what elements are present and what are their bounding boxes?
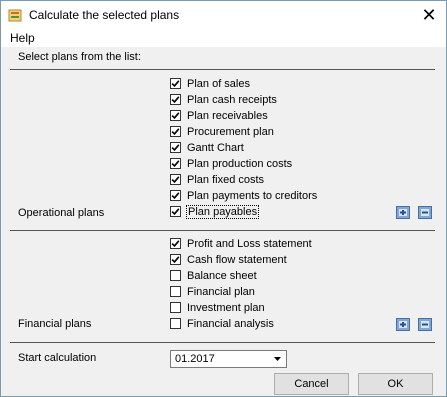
ok-button-label: OK <box>387 378 404 390</box>
checkbox[interactable] <box>170 238 181 249</box>
checkmark-icon <box>171 176 180 184</box>
checkmark-icon <box>171 144 180 152</box>
plan-checkbox-row[interactable]: Plan production costs <box>170 156 292 171</box>
plan-checkbox-label: Plan fixed costs <box>187 173 265 186</box>
start-calculation-value: 01.2017 <box>175 353 215 365</box>
plan-checkbox-row[interactable]: Financial analysis <box>170 316 274 331</box>
checkbox[interactable] <box>170 318 181 329</box>
checkbox[interactable] <box>170 126 181 137</box>
intro-label: Select plans from the list: <box>18 51 141 63</box>
financial-collapse-button[interactable] <box>418 318 432 331</box>
checkbox[interactable] <box>170 254 181 265</box>
dialog-content: Select plans from the list: Plan of sale… <box>1 47 446 396</box>
checkmark-icon <box>171 80 180 88</box>
plan-checkbox-label: Procurement plan <box>187 125 274 138</box>
start-calculation-select[interactable]: 01.2017 <box>170 350 287 368</box>
menu-bar: Help <box>1 30 446 47</box>
operational-collapse-button[interactable] <box>418 206 432 219</box>
plan-checkbox-label: Plan of sales <box>187 77 250 90</box>
financial-plans-label: Financial plans <box>18 318 92 330</box>
plan-checkbox-label: Plan payments to creditors <box>187 189 318 202</box>
dialog-window: Calculate the selected plans ✕ Help Sele… <box>0 0 447 397</box>
plan-checkbox-row[interactable]: Cash flow statement <box>170 252 287 267</box>
plan-checkbox-label: Balance sheet <box>187 269 257 282</box>
close-icon: ✕ <box>421 5 437 25</box>
checkbox[interactable] <box>170 174 181 185</box>
plan-checkbox-label: Plan production costs <box>187 157 293 170</box>
checkbox[interactable] <box>170 286 181 297</box>
plan-checkbox-label: Investment plan <box>187 301 265 314</box>
plan-checkbox-row[interactable]: Procurement plan <box>170 124 274 139</box>
window-title: Calculate the selected plans <box>29 8 180 22</box>
ok-button[interactable]: OK <box>358 373 433 395</box>
checkbox[interactable] <box>170 142 181 153</box>
plan-checkbox-row[interactable]: Plan receivables <box>170 108 268 123</box>
minus-icon <box>421 321 429 328</box>
cancel-button[interactable]: Cancel <box>274 373 349 395</box>
checkbox[interactable] <box>170 78 181 89</box>
plan-checkbox-row[interactable]: Gantt Chart <box>170 140 244 155</box>
chevron-down-icon <box>274 357 281 361</box>
operational-expand-button[interactable] <box>396 206 410 219</box>
title-bar: Calculate the selected plans ✕ <box>1 1 446 30</box>
plan-checkbox-label: Financial plan <box>187 285 255 298</box>
divider-top <box>10 69 435 70</box>
checkbox[interactable] <box>170 206 181 217</box>
plan-checkbox-label: Cash flow statement <box>187 253 287 266</box>
checkmark-icon <box>171 208 180 216</box>
checkbox[interactable] <box>170 94 181 105</box>
plan-checkbox-label: Financial analysis <box>187 317 274 330</box>
start-calculation-label: Start calculation <box>18 352 97 364</box>
plan-checkbox-label: Plan receivables <box>187 109 268 122</box>
checkbox[interactable] <box>170 190 181 201</box>
plan-checkbox-row[interactable]: Profit and Loss statement <box>170 236 312 251</box>
plan-checkbox-row[interactable]: Plan payables <box>170 204 260 219</box>
app-icon <box>8 9 22 22</box>
plan-checkbox-row[interactable]: Balance sheet <box>170 268 257 283</box>
plus-icon <box>399 321 407 328</box>
checkbox[interactable] <box>170 270 181 281</box>
plan-checkbox-label: Plan payables <box>185 204 260 219</box>
plus-icon <box>399 209 407 216</box>
plan-checkbox-row[interactable]: Plan cash receipts <box>170 92 277 107</box>
checkbox[interactable] <box>170 302 181 313</box>
divider-operational <box>10 230 435 231</box>
checkmark-icon <box>171 112 180 120</box>
checkbox[interactable] <box>170 110 181 121</box>
checkmark-icon <box>171 240 180 248</box>
minus-icon <box>421 209 429 216</box>
plan-checkbox-row[interactable]: Plan payments to creditors <box>170 188 317 203</box>
checkmark-icon <box>171 256 180 264</box>
menu-help[interactable]: Help <box>10 31 35 45</box>
checkmark-icon <box>171 160 180 168</box>
plan-checkbox-row[interactable]: Plan fixed costs <box>170 172 264 187</box>
plan-checkbox-row[interactable]: Plan of sales <box>170 76 250 91</box>
plan-checkbox-label: Plan cash receipts <box>187 93 277 106</box>
plan-checkbox-row[interactable]: Financial plan <box>170 284 255 299</box>
financial-expand-button[interactable] <box>396 318 410 331</box>
plan-checkbox-label: Profit and Loss statement <box>187 237 312 250</box>
checkmark-icon <box>171 96 180 104</box>
checkmark-icon <box>171 128 180 136</box>
close-button[interactable]: ✕ <box>412 1 446 30</box>
cancel-button-label: Cancel <box>294 378 329 390</box>
divider-financial <box>10 342 435 343</box>
operational-plans-label: Operational plans <box>18 207 105 219</box>
plan-checkbox-row[interactable]: Investment plan <box>170 300 265 315</box>
checkbox[interactable] <box>170 158 181 169</box>
plan-checkbox-label: Gantt Chart <box>187 141 244 154</box>
checkmark-icon <box>171 192 180 200</box>
